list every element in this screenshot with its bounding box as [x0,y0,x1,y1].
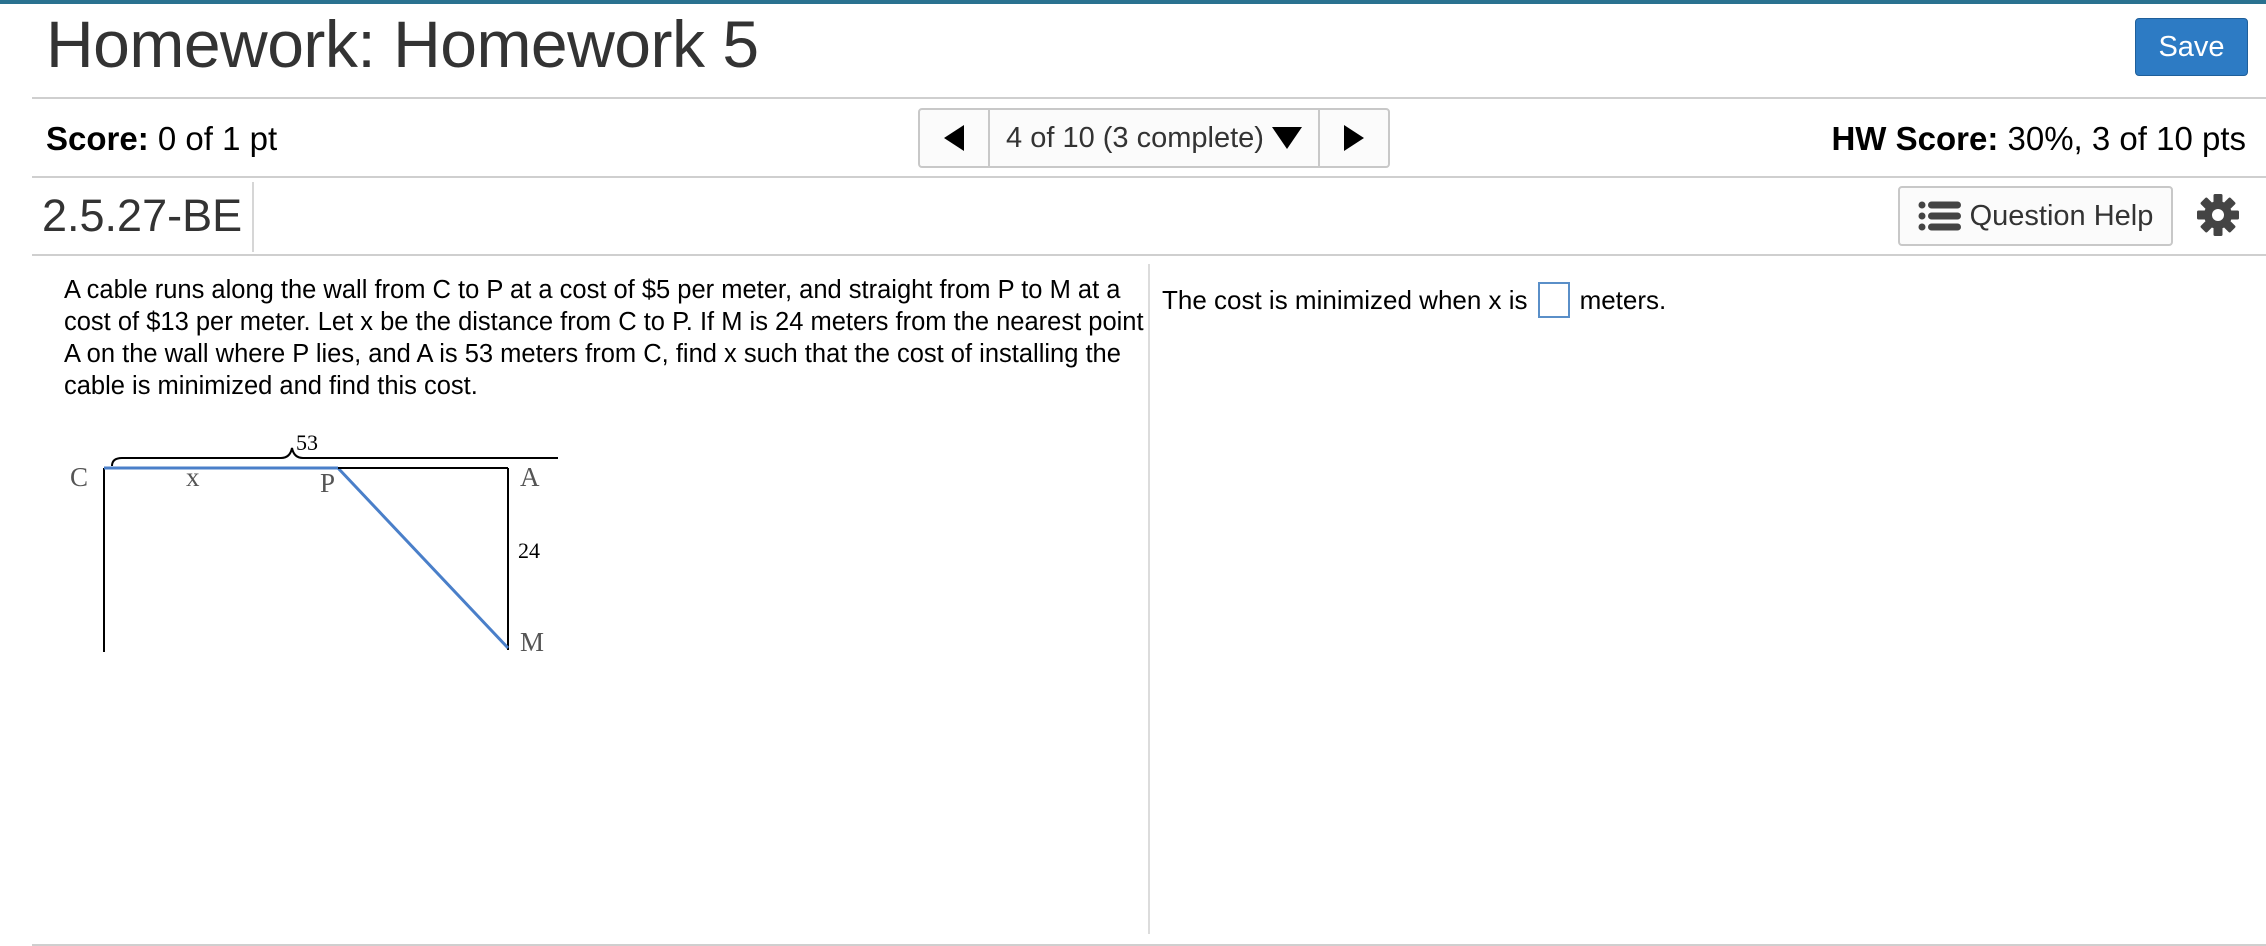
score-value: 0 of 1 pt [148,120,278,157]
diagram-label-a: A [520,462,540,492]
question-position-label: 4 of 10 (3 complete) [1006,121,1264,154]
hw-score-display: HW Score: 30%, 3 of 10 pts [1831,120,2246,158]
answer-area: The cost is minimized when x is meters. [1162,282,1666,318]
diagram-label-24: 24 [518,538,540,563]
question-help-label: Question Help [1969,199,2154,232]
arrow-right-icon [1344,125,1364,151]
diagram-label-m: M [520,627,544,657]
diagram-label-x: x [186,462,200,492]
brace-53 [111,447,558,467]
page-title: Homework: Homework 5 [46,7,759,81]
save-button[interactable]: Save [2135,18,2248,76]
problem-statement: A cable runs along the wall from C to P … [64,276,1144,400]
question-id: 2.5.27-BE [42,190,243,241]
answer-suffix: meters. [1579,284,1667,315]
hw-score-value: 30%, 3 of 10 pts [1998,120,2246,157]
hw-score-label: HW Score: [1831,120,1999,157]
top-accent-bar [0,0,2266,4]
status-divider [32,176,2266,178]
gear-icon[interactable] [2196,193,2240,237]
arrow-left-icon [944,125,964,151]
x-answer-input[interactable] [1537,282,1570,318]
cable-diagram: 53 C x P A 24 M [70,430,558,657]
question-navigator: 4 of 10 (3 complete) [918,108,1390,168]
score-label: Score: [46,120,149,157]
list-icon [1918,201,1961,231]
question-id-separator [252,182,254,252]
caret-down-icon [1271,127,1302,149]
diagram-label-c: C [70,462,88,492]
cable-diagonal-segment [336,466,510,650]
panel-divider [1148,264,1150,934]
previous-question-button[interactable] [920,110,990,166]
question-header-divider [32,254,2266,256]
next-question-button[interactable] [1318,110,1388,166]
diagram-label-p: P [320,468,335,498]
header-divider [32,97,2266,99]
diagram-label-53: 53 [296,430,318,455]
question-selector-dropdown[interactable]: 4 of 10 (3 complete) [990,110,1318,166]
answer-prefix: The cost is minimized when x is [1162,284,1528,315]
question-help-button[interactable]: Question Help [1898,186,2173,246]
score-display: Score: 0 of 1 pt [46,120,277,158]
